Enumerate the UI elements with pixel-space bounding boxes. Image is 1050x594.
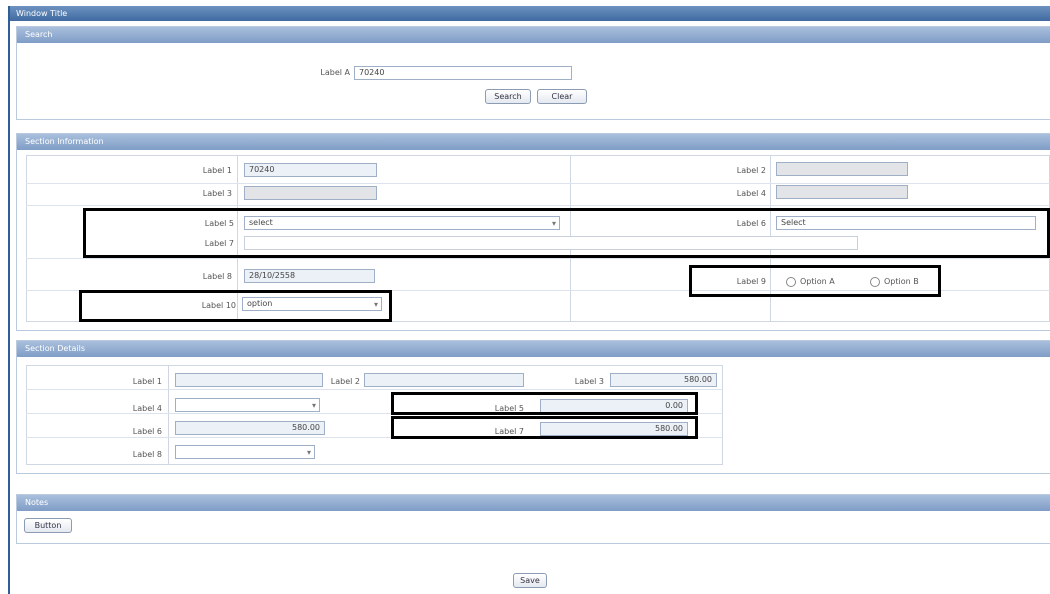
highlight-box	[689, 265, 941, 297]
chevron-down-icon: ▾	[311, 401, 316, 410]
window-titlebar: Window Title	[10, 6, 1050, 21]
detail-label: Label 2	[330, 377, 360, 386]
search-input[interactable]: 70240	[354, 66, 572, 80]
info-label: Label 3	[202, 189, 232, 198]
search-section-title: Search	[25, 30, 53, 39]
search-section-header: Search	[17, 27, 1050, 43]
highlight-box	[83, 208, 1050, 258]
save-button[interactable]: Save	[513, 573, 547, 588]
info-label: Label 4	[736, 189, 766, 198]
info-row-divider	[26, 205, 1050, 206]
notes-section-header: Notes	[17, 495, 1050, 511]
detail-amount2-field: 580.00	[175, 421, 325, 435]
detail-amount-field: 580.00	[610, 373, 717, 387]
detail-grid-divider	[168, 365, 169, 465]
detail-type-select[interactable]: ▾	[175, 398, 320, 412]
clear-button[interactable]: Clear	[537, 89, 587, 104]
notes-section-title: Notes	[25, 498, 49, 507]
window-title: Window Title	[16, 9, 68, 18]
info-row-divider	[26, 258, 1050, 259]
detail-date-field[interactable]	[364, 373, 524, 387]
info-label: Label 1	[202, 166, 232, 175]
detail-section-header: Section Details	[17, 341, 1050, 357]
detail-label: Label 1	[132, 377, 162, 386]
info-row-divider	[26, 183, 1050, 184]
highlight-box	[79, 290, 392, 322]
detail-section-title: Section Details	[25, 344, 85, 353]
detail-label: Label 4	[132, 404, 162, 413]
info-label: Label 2	[736, 166, 766, 175]
info-section-header: Section Information	[17, 134, 1050, 150]
info-readonly-field	[776, 162, 908, 176]
info-readonly-field	[776, 185, 908, 199]
detail-status-select[interactable]: ▾	[175, 445, 315, 459]
detail-label: Label 3	[574, 377, 604, 386]
search-field-label: Label A	[320, 68, 350, 77]
detail-label: Label 6	[132, 427, 162, 436]
highlight-box	[391, 416, 698, 439]
notes-button[interactable]: Button	[24, 518, 72, 533]
info-section-title: Section Information	[25, 137, 104, 146]
info-label: Label 8	[202, 272, 232, 281]
info-readonly-field	[244, 186, 377, 200]
detail-label: Label 8	[132, 450, 162, 459]
highlight-box	[391, 392, 698, 415]
code-field[interactable]: 70240	[244, 163, 377, 177]
search-button[interactable]: Search	[485, 89, 531, 104]
detail-row-divider	[26, 389, 723, 390]
date-field[interactable]: 28/10/2558	[244, 269, 375, 283]
notes-section: Notes	[16, 494, 1050, 544]
detail-code-field[interactable]	[175, 373, 323, 387]
chevron-down-icon: ▾	[306, 448, 311, 457]
